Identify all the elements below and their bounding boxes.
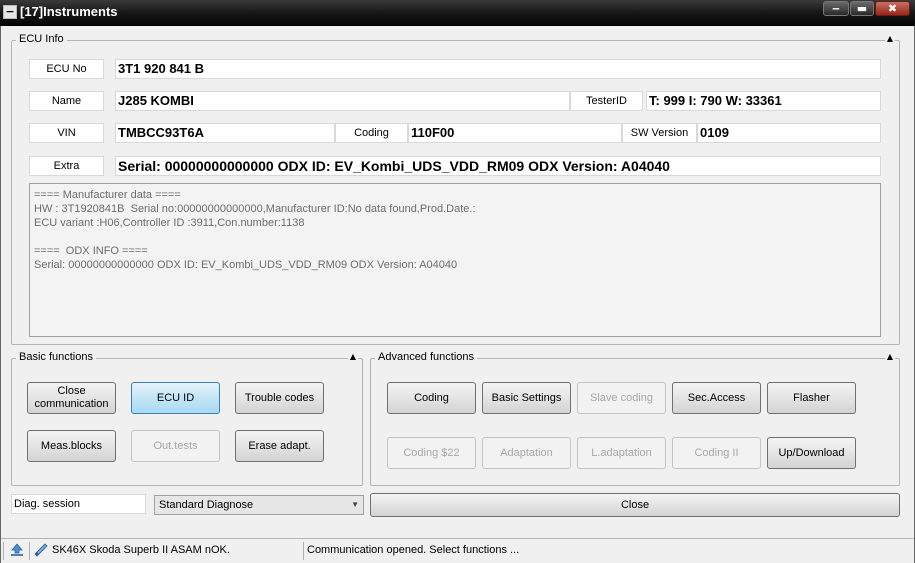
maximize-button[interactable]: ▬ [850,1,874,16]
flasher-button[interactable]: Flasher [767,382,856,414]
coding-value: 110F00 [408,123,622,143]
minus-icon[interactable]: − [3,5,17,19]
sw-version-value: 0109 [697,123,881,143]
slave-coding-button[interactable]: Slave coding [577,382,666,414]
vin-value: TMBCC93T6A [115,123,335,143]
main-window: ECU Info ▲ ECU No 3T1 920 841 B Name J28… [0,26,915,563]
ecu-info-group-label: ECU Info [16,33,67,45]
meas-blocks-button[interactable]: Meas.blocks [27,430,116,462]
maximize-icon: ▬ [856,2,868,15]
manufacturer-data-textarea[interactable]: ==== Manufacturer data ==== HW : 3T19208… [29,183,881,337]
l-adaptation-button[interactable]: L.adaptation [577,437,666,469]
advanced-functions-group-label: Advanced functions [375,351,478,363]
status-divider [3,542,4,560]
name-label: Name [29,91,104,111]
car-icon [33,542,49,561]
tester-id-label: TesterID [570,91,643,111]
upload-icon[interactable] [9,542,25,561]
ecu-no-value: 3T1 920 841 B [115,59,881,79]
adaptation-button[interactable]: Adaptation [482,437,571,469]
coding-label: Coding [335,123,408,143]
status-divider [303,542,304,560]
basic-settings-button[interactable]: Basic Settings [482,382,571,414]
chevron-down-icon[interactable]: ▼ [351,496,359,514]
minimize-icon: ‒ [832,2,840,15]
coding-22-button[interactable]: Coding $22 [387,437,476,469]
ecu-no-label: ECU No [29,59,104,79]
extra-value: Serial: 00000000000000 ODX ID: EV_Kombi_… [115,156,881,176]
diag-session-select[interactable]: Standard Diagnose ▼ [154,495,364,515]
collapse-icon[interactable]: ▲ [884,352,895,361]
close-button[interactable]: Close [370,493,900,517]
close-communication-button[interactable]: Close communication [27,382,116,414]
erase-adapt-button[interactable]: Erase adapt. [235,430,324,462]
name-value: J285 KOMBI [115,91,570,111]
trouble-codes-button[interactable]: Trouble codes [235,382,324,414]
extra-label: Extra [29,156,104,176]
vin-label: VIN [29,123,104,143]
basic-functions-group: Basic functions ▲ [11,351,363,486]
collapse-icon[interactable]: ▲ [884,34,895,43]
close-window-button[interactable]: ✖ [875,1,910,16]
diag-session-value: Standard Diagnose [159,499,254,511]
diag-session-label: Diag. session [11,494,146,514]
up-download-button[interactable]: Up/Download [767,437,856,469]
title-bar: − [17]Instruments ‒ ▬ ✖ [0,0,915,26]
vehicle-status: SK46X Skoda Superb II ASAM nOK. [52,544,230,556]
close-icon: ✖ [887,2,898,15]
out-tests-button[interactable]: Out.tests [131,430,220,462]
collapse-icon[interactable]: ▲ [347,352,358,361]
status-message: Communication opened. Select functions .… [307,544,520,556]
coding-ii-button[interactable]: Coding II [672,437,761,469]
status-divider [29,542,30,560]
minimize-button[interactable]: ‒ [823,1,849,16]
sec-access-button[interactable]: Sec.Access [672,382,761,414]
ecu-id-button[interactable]: ECU ID [131,382,220,414]
basic-functions-group-label: Basic functions [16,351,96,363]
sw-version-label: SW Version [622,123,697,143]
window-title: [17]Instruments [20,4,118,19]
status-bar: SK46X Skoda Superb II ASAM nOK. Communic… [1,538,914,563]
coding-button[interactable]: Coding [387,382,476,414]
tester-id-value: T: 999 I: 790 W: 33361 [646,91,881,111]
